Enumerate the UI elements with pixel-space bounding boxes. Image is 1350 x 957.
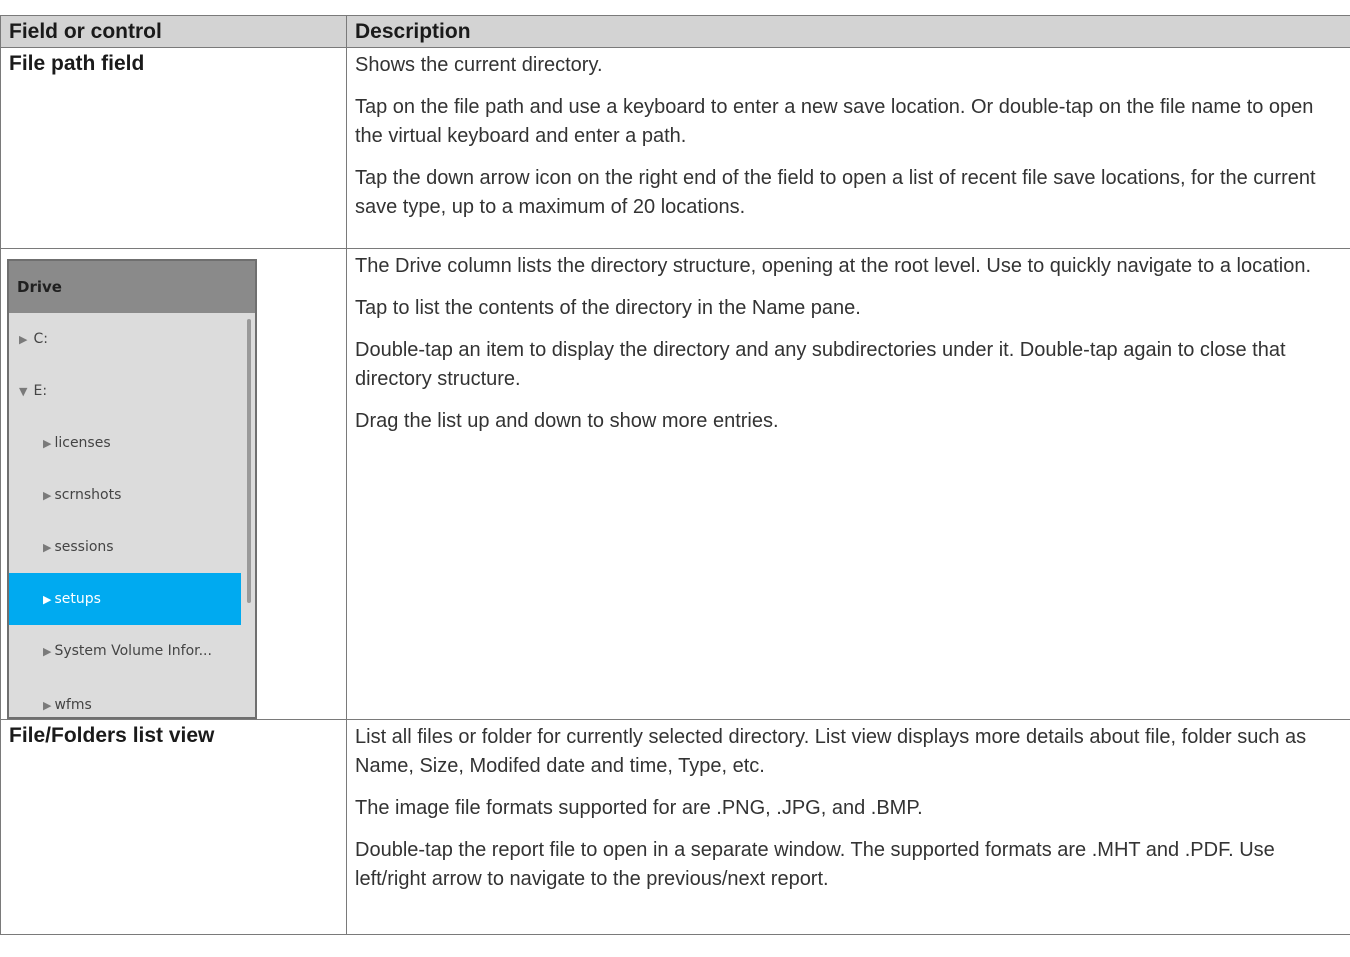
description-paragraph: Tap the down arrow icon on the right end… xyxy=(355,167,1316,218)
drive-item-c[interactable]: ▶ C: xyxy=(9,313,241,365)
column-header-description: Description xyxy=(346,15,1350,48)
description-paragraph: The Drive column lists the directory str… xyxy=(355,255,1312,277)
drive-item-wfms[interactable]: ▶ wfms xyxy=(9,679,241,717)
triangle-down-icon: ▼ xyxy=(19,385,28,398)
table-row: Drive ▶ C: ▼ E: ▶ licenses ▶ scrnshots ▶… xyxy=(0,248,1350,720)
description-paragraph: Tap on the file path and use a keyboard … xyxy=(355,96,1314,147)
description-paragraph: Shows the current directory. xyxy=(355,54,603,76)
drive-scrollbar[interactable] xyxy=(247,319,251,603)
description-paragraph: The image file formats supported for are… xyxy=(355,797,923,819)
drive-item-e[interactable]: ▼ E: xyxy=(9,365,241,417)
drive-item-licenses[interactable]: ▶ licenses xyxy=(9,417,241,469)
triangle-right-icon: ▶ xyxy=(43,489,52,502)
drive-item-system-volume[interactable]: ▶ System Volume Infor... xyxy=(9,625,241,677)
description-paragraph: Tap to list the contents of the director… xyxy=(355,297,861,319)
drive-item-label: sessions xyxy=(54,539,114,555)
drive-panel-cell: Drive ▶ C: ▼ E: ▶ licenses ▶ scrnshots ▶… xyxy=(0,248,347,720)
column-header-field: Field or control xyxy=(0,15,347,48)
drive-item-label: C: xyxy=(33,331,48,347)
triangle-right-icon: ▶ xyxy=(43,699,52,712)
field-description: List all files or folder for currently s… xyxy=(346,719,1350,935)
triangle-right-icon: ▶ xyxy=(43,645,52,658)
field-description: The Drive column lists the directory str… xyxy=(346,248,1350,720)
field-name: File path field xyxy=(0,47,347,249)
description-paragraph: Double-tap the report file to open in a … xyxy=(355,839,1275,890)
drive-item-label: System Volume Infor... xyxy=(54,643,212,659)
triangle-right-icon: ▶ xyxy=(43,437,52,450)
triangle-right-icon: ▶ xyxy=(19,333,28,346)
drive-item-label: scrnshots xyxy=(54,487,122,503)
drive-panel-header: Drive xyxy=(9,261,255,313)
table-row: File path field Shows the current direct… xyxy=(0,47,1350,249)
drive-item-label: wfms xyxy=(54,697,92,713)
drive-item-label: setups xyxy=(54,591,101,607)
description-paragraph: Drag the list up and down to show more e… xyxy=(355,410,779,432)
field-description: Shows the current directory. Tap on the … xyxy=(346,47,1350,249)
drive-item-sessions[interactable]: ▶ sessions xyxy=(9,521,241,573)
table-row: File/Folders list view List all files or… xyxy=(0,719,1350,935)
field-name: File/Folders list view xyxy=(0,719,347,935)
table-header-row: Field or control Description xyxy=(0,15,1350,48)
description-paragraph: List all files or folder for currently s… xyxy=(355,726,1307,777)
field-description-table: Field or control Description File path f… xyxy=(0,15,1350,935)
description-paragraph: Double-tap an item to display the direct… xyxy=(355,339,1286,390)
triangle-right-icon: ▶ xyxy=(43,541,52,554)
drive-item-setups[interactable]: ▶ setups xyxy=(9,573,241,625)
drive-item-label: licenses xyxy=(54,435,111,451)
drive-item-scrnshots[interactable]: ▶ scrnshots xyxy=(9,469,241,521)
drive-panel: Drive ▶ C: ▼ E: ▶ licenses ▶ scrnshots ▶… xyxy=(7,259,257,719)
triangle-right-icon: ▶ xyxy=(43,593,52,606)
drive-item-label: E: xyxy=(33,383,48,399)
